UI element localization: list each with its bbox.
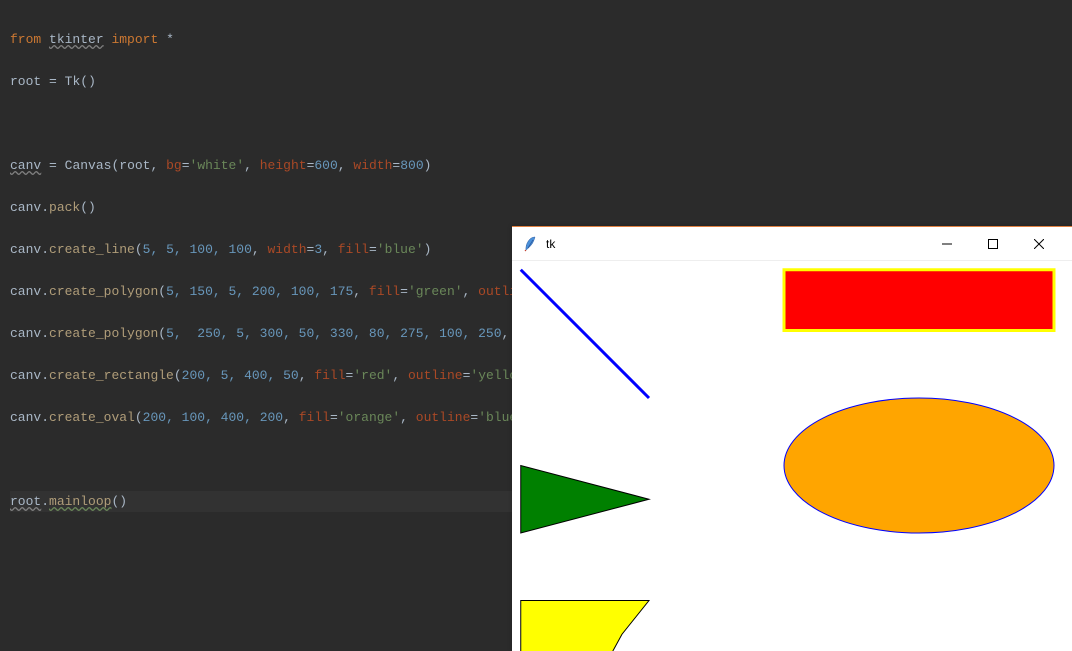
- code-line[interactable]: canv = Canvas(root, bg='white', height=6…: [10, 155, 1062, 176]
- canvas-line: [521, 270, 649, 398]
- code-line[interactable]: [10, 113, 1062, 134]
- titlebar[interactable]: tk: [512, 227, 1072, 261]
- tkinter-window[interactable]: tk: [512, 226, 1072, 651]
- tk-canvas: [512, 261, 1072, 651]
- minimize-button[interactable]: [924, 227, 970, 261]
- canvas-oval: [784, 398, 1054, 533]
- close-button[interactable]: [1016, 227, 1062, 261]
- close-icon: [1034, 239, 1044, 249]
- canvas-rectangle: [784, 270, 1054, 331]
- code-line[interactable]: canv.pack(): [10, 197, 1062, 218]
- minimize-icon: [942, 239, 952, 249]
- code-line[interactable]: from tkinter import *: [10, 29, 1062, 50]
- maximize-icon: [988, 239, 998, 249]
- canvas-svg: [514, 263, 1072, 651]
- window-title: tk: [546, 237, 555, 251]
- canvas-polygon: [521, 601, 649, 651]
- maximize-button[interactable]: [970, 227, 1016, 261]
- tk-feather-icon: [522, 236, 538, 252]
- code-line[interactable]: root = Tk(): [10, 71, 1062, 92]
- canvas-polygon: [521, 466, 649, 534]
